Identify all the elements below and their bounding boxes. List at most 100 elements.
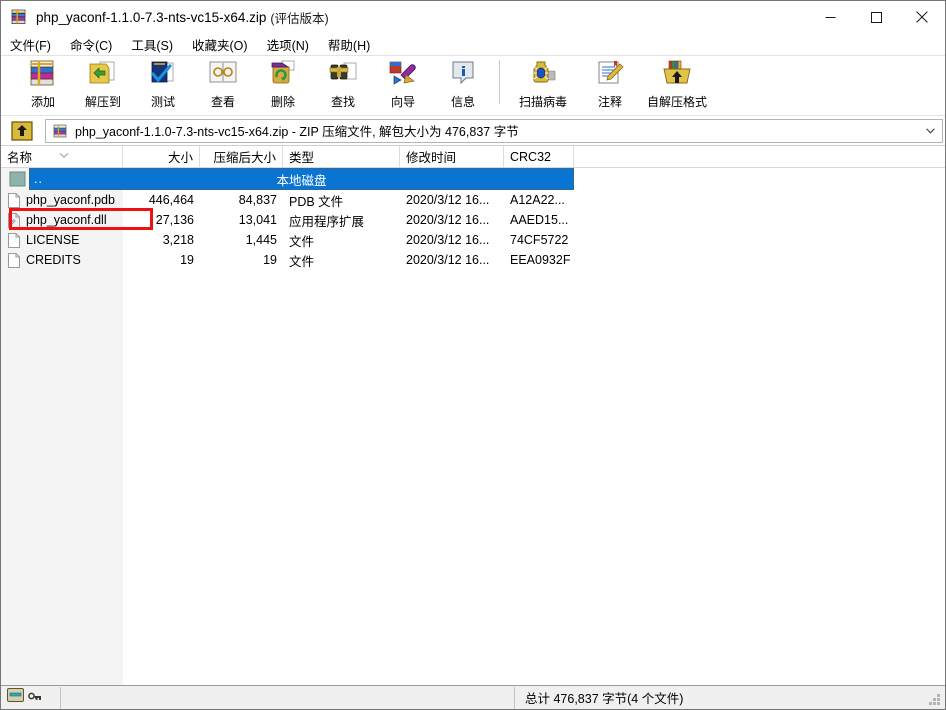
toolbar-find-label: 查找 [330, 95, 355, 109]
table-row[interactable]: CREDITS 19 19 文件 2020/3/12 16... EEA0932… [1, 250, 945, 270]
file-modified: 2020/3/12 16... [406, 193, 490, 207]
toolbar-find-button[interactable]: 查找 [313, 56, 373, 114]
file-crc32: AAED15... [510, 213, 569, 227]
wizard-icon [386, 59, 420, 91]
menu-file[interactable]: 文件(F) [10, 33, 60, 56]
file-type: 文件 [289, 254, 315, 269]
file-type: 文件 [289, 234, 315, 249]
path-combobox[interactable]: php_yaconf-1.1.0-7.3-nts-vc15-x64.zip - … [45, 118, 943, 143]
file-crc32: EEA0932F [510, 253, 571, 267]
path-text: php_yaconf-1.1.0-7.3-nts-vc15-x64.zip - … [75, 125, 519, 139]
file-modified: 2020/3/12 16... [406, 213, 490, 227]
info-icon [446, 59, 480, 91]
column-header-name[interactable]: 名称 [1, 146, 123, 167]
minimize-button[interactable] [807, 1, 853, 33]
find-icon [326, 59, 360, 91]
comment-icon [593, 59, 627, 91]
file-name: CREDITS [26, 253, 81, 267]
menu-commands[interactable]: 命令(C) [70, 33, 121, 56]
file-name: php_yaconf.dll [26, 213, 107, 227]
menu-tools[interactable]: 工具(S) [131, 33, 182, 56]
column-header-packed-size[interactable]: 压缩后大小 [200, 146, 283, 167]
table-row[interactable]: LICENSE 3,218 1,445 文件 2020/3/12 16... 7… [1, 230, 945, 250]
toolbar-test-button[interactable]: 测试 [133, 56, 193, 114]
file-type: PDB 文件 [289, 194, 344, 209]
file-packed-size: 84,837 [238, 193, 277, 207]
status-bar-middle [61, 686, 515, 709]
toolbar-view-button[interactable]: 查看 [193, 56, 253, 114]
up-one-level-button[interactable] [9, 120, 35, 142]
toolbar-extract-label: 解压到 [84, 95, 121, 109]
menu-options[interactable]: 选项(N) [267, 33, 318, 56]
path-dropdown-chevron-icon[interactable] [918, 119, 942, 142]
toolbar-comment-label: 注释 [597, 95, 622, 109]
menu-bar: 文件(F) 命令(C) 工具(S) 收藏夹(O) 选项(N) 帮助(H) [1, 33, 945, 55]
table-row[interactable]: php_yaconf.pdb 446,464 84,837 PDB 文件 202… [1, 190, 945, 210]
toolbar-add-label: 添加 [30, 95, 55, 109]
file-list-header: 名称 大小 压缩后大小 类型 修改时间 CRC32 [1, 146, 945, 168]
file-crc32: A12A22... [510, 193, 565, 207]
file-list[interactable]: 名称 大小 压缩后大小 类型 修改时间 CRC32 .. 本地磁盘 php_ya… [1, 145, 945, 685]
parent-row-type: 本地磁盘 [276, 173, 327, 188]
drive-icon[interactable] [7, 688, 24, 707]
column-header-crc32[interactable]: CRC32 [504, 146, 574, 167]
file-modified: 2020/3/12 16... [406, 233, 490, 247]
status-bar-icons [1, 686, 61, 709]
toolbar-view-label: 查看 [210, 95, 235, 109]
file-crc32: 74CF5722 [510, 233, 569, 247]
toolbar-info-label: 信息 [450, 95, 475, 109]
generic-file-icon [7, 192, 21, 208]
maximize-button[interactable] [853, 1, 899, 33]
add-archive-icon [26, 59, 60, 91]
dll-file-icon [7, 212, 21, 228]
column-header-modified[interactable]: 修改时间 [400, 146, 504, 167]
close-button[interactable] [899, 1, 945, 33]
toolbar-info-button[interactable]: 信息 [433, 56, 493, 114]
resize-grip[interactable] [928, 693, 941, 706]
file-packed-size: 13,041 [238, 213, 277, 227]
toolbar-virusscan-label: 扫描病毒 [518, 95, 567, 109]
toolbar-test-label: 测试 [150, 95, 175, 109]
generic-file-icon [7, 252, 21, 268]
toolbar-delete-button[interactable]: 删除 [253, 56, 313, 114]
toolbar-sfx-button[interactable]: 自解压格式 [640, 56, 714, 114]
menu-favorites[interactable]: 收藏夹(O) [192, 33, 257, 56]
archive-icon [52, 123, 68, 139]
file-list-rows: .. 本地磁盘 php_yaconf.pdb 446,464 84,837 PD [1, 168, 945, 270]
window-title-suffix: (评估版本) [270, 11, 329, 26]
winrar-books-icon [10, 8, 28, 26]
toolbar-delete-label: 删除 [270, 95, 295, 109]
winrar-window: php_yaconf-1.1.0-7.3-nts-vc15-x64.zip (评… [0, 0, 946, 710]
file-name: php_yaconf.pdb [26, 193, 115, 207]
file-size: 27,136 [155, 213, 194, 227]
toolbar-virusscan-button[interactable]: 扫描病毒 [506, 56, 580, 114]
toolbar-wizard-button[interactable]: 向导 [373, 56, 433, 114]
toolbar-add-button[interactable]: 添加 [13, 56, 73, 114]
extract-to-icon [86, 59, 120, 91]
test-archive-icon [146, 59, 180, 91]
virus-scan-icon [526, 59, 560, 91]
table-row[interactable]: php_yaconf.dll 27,136 13,041 应用程序扩展 2020… [1, 210, 945, 230]
toolbar-comment-button[interactable]: 注释 [580, 56, 640, 114]
folder-up-icon [9, 171, 26, 187]
file-size: 19 [180, 253, 194, 267]
chevron-down-icon [59, 148, 69, 159]
generic-file-icon [7, 232, 21, 248]
key-icon[interactable] [28, 689, 43, 707]
column-header-type[interactable]: 类型 [283, 146, 400, 167]
file-size: 446,464 [148, 193, 194, 207]
file-packed-size: 19 [263, 253, 277, 267]
toolbar-extract-button[interactable]: 解压到 [73, 56, 133, 114]
file-size: 3,218 [162, 233, 194, 247]
menu-help[interactable]: 帮助(H) [328, 33, 379, 56]
view-file-icon [206, 59, 240, 91]
toolbar-separator [499, 60, 500, 104]
toolbar-wizard-label: 向导 [390, 95, 415, 109]
delete-icon [266, 59, 300, 91]
column-header-size[interactable]: 大小 [123, 146, 200, 167]
sfx-icon [660, 59, 694, 91]
file-modified: 2020/3/12 16... [406, 253, 490, 267]
toolbar: 添加 解压到 测试 查看 删除 查找 向导 信息 扫描病毒 注释 自解压格式 [1, 55, 945, 115]
table-row-parent[interactable]: .. 本地磁盘 [1, 168, 945, 190]
window-controls [807, 1, 945, 33]
